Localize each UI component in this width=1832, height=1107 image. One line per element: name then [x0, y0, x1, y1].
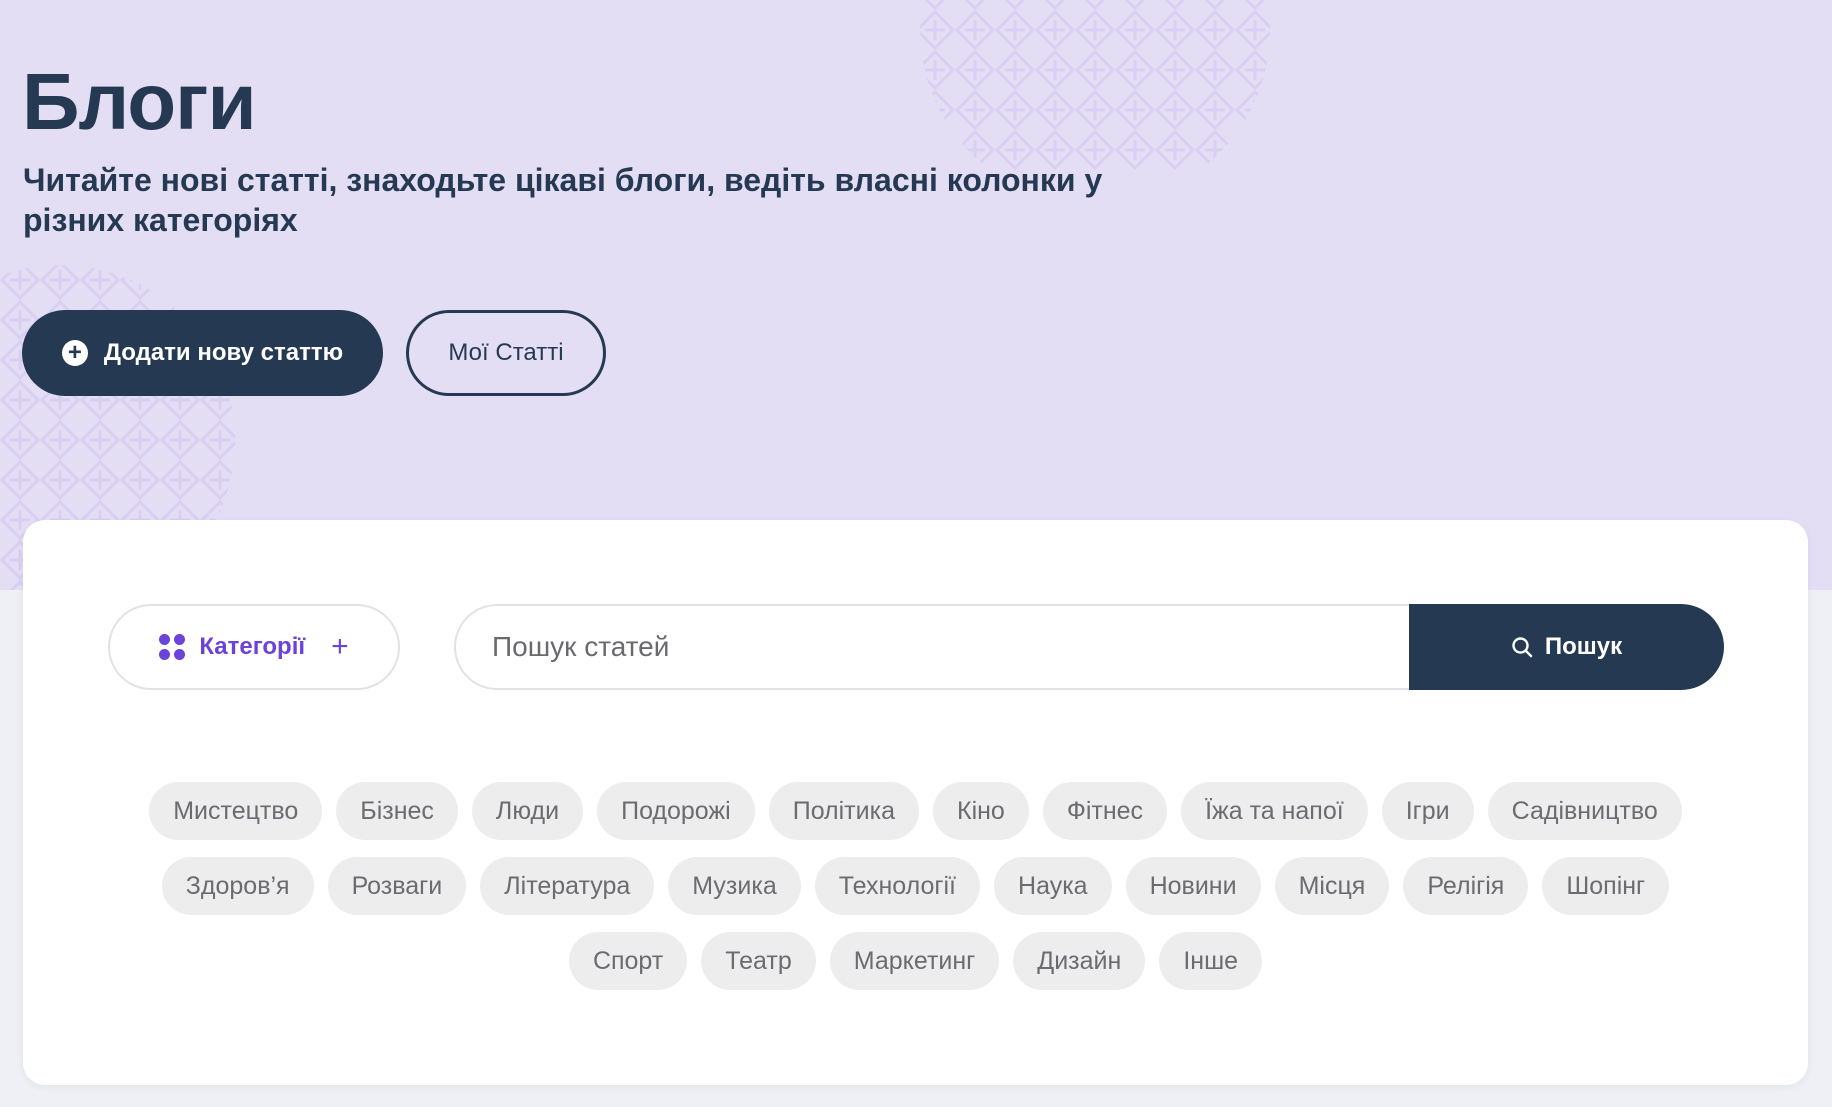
- category-tag[interactable]: Шопінг: [1542, 857, 1670, 915]
- category-tag[interactable]: Театр: [701, 932, 816, 990]
- category-tag[interactable]: Спорт: [568, 932, 688, 990]
- plus-icon: +: [331, 630, 349, 663]
- category-tag[interactable]: Бізнес: [336, 782, 458, 840]
- category-tag[interactable]: Новини: [1125, 857, 1261, 915]
- category-tag[interactable]: Подорожі: [597, 782, 755, 840]
- tag-row: Здоров’я Розваги Література Музика Техно…: [161, 857, 1670, 915]
- hero-section: Блоги Читайте нові статті, знаходьте цік…: [0, 0, 1832, 590]
- categories-button[interactable]: Категорії +: [108, 604, 400, 690]
- category-tag[interactable]: Інше: [1159, 932, 1263, 990]
- grid-dots-icon: [159, 634, 186, 660]
- tag-row: Спорт Театр Маркетинг Дизайн Інше: [568, 932, 1263, 990]
- search-button[interactable]: Пошук: [1409, 604, 1724, 690]
- category-tag[interactable]: Мистецтво: [149, 782, 323, 840]
- plus-circle-icon: +: [61, 340, 88, 366]
- category-tag[interactable]: Люди: [471, 782, 584, 840]
- ornament-pattern-icon: [920, 0, 1270, 170]
- search-input[interactable]: [454, 604, 1414, 690]
- page-subtitle: Читайте нові статті, знаходьте цікаві бл…: [23, 162, 1103, 238]
- category-tag[interactable]: Технології: [814, 857, 981, 915]
- category-tag[interactable]: Здоров’я: [161, 857, 314, 915]
- category-tag[interactable]: Садівництво: [1487, 782, 1682, 840]
- category-tag[interactable]: Фітнес: [1042, 782, 1168, 840]
- category-tag[interactable]: Їжа та напої: [1181, 782, 1368, 840]
- categories-label: Категорії: [199, 633, 306, 660]
- category-tag[interactable]: Дизайн: [1013, 932, 1146, 990]
- category-tag[interactable]: Релігія: [1403, 857, 1529, 915]
- search-button-label: Пошук: [1544, 633, 1623, 660]
- category-tag[interactable]: Маркетинг: [829, 932, 1000, 990]
- category-tag[interactable]: Музика: [668, 857, 801, 915]
- search-icon: [1512, 637, 1533, 658]
- category-tag[interactable]: Розваги: [327, 857, 467, 915]
- my-articles-button[interactable]: Мої Статті: [406, 310, 606, 396]
- add-article-label: Додати нову статтю: [103, 339, 344, 366]
- tag-row: Мистецтво Бізнес Люди Подорожі Політика …: [149, 782, 1682, 840]
- add-article-button[interactable]: + Додати нову статтю: [22, 310, 383, 396]
- category-tag[interactable]: Ігри: [1381, 782, 1474, 840]
- category-tag[interactable]: Політика: [768, 782, 919, 840]
- my-articles-label: Мої Статті: [448, 339, 564, 366]
- page-title: Блоги: [22, 57, 257, 146]
- category-tag[interactable]: Наука: [994, 857, 1112, 915]
- category-tag[interactable]: Кіно: [933, 782, 1029, 840]
- category-tags: Мистецтво Бізнес Люди Подорожі Політика …: [23, 782, 1808, 990]
- category-tag[interactable]: Місця: [1274, 857, 1390, 915]
- category-tag[interactable]: Література: [480, 857, 655, 915]
